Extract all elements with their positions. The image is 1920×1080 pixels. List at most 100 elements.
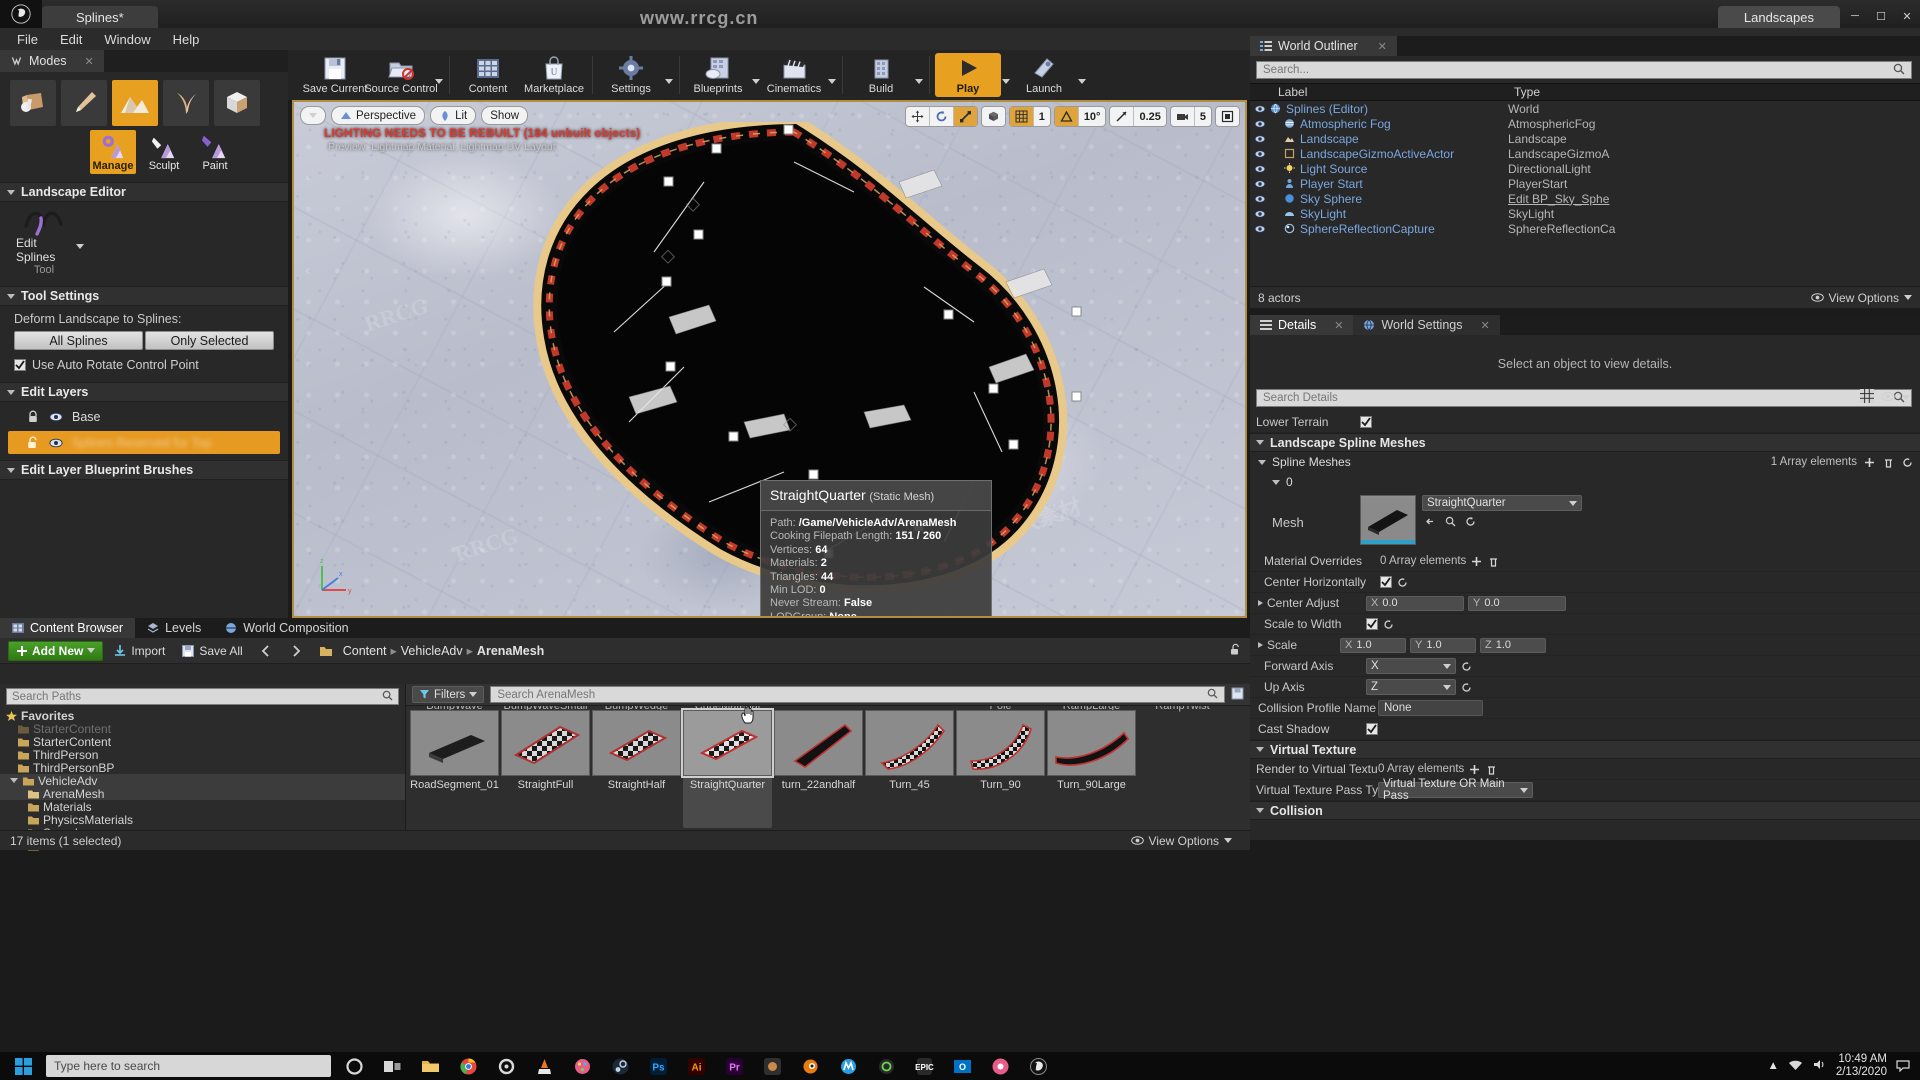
grid-snap-toggle[interactable]: [1009, 107, 1034, 126]
grid-snap-value[interactable]: 1: [1034, 107, 1050, 126]
nav-forward-button[interactable]: [283, 641, 309, 661]
toolbar-save-current[interactable]: Save Current: [302, 50, 368, 100]
maximize-button[interactable]: ☐: [1868, 5, 1894, 27]
up-axis-dropdown[interactable]: Z: [1366, 679, 1456, 695]
details-search-input[interactable]: Search Details: [1256, 389, 1912, 407]
tree-row-partial[interactable]: StarterContent: [0, 722, 405, 736]
toolbar-play[interactable]: Play: [935, 53, 1001, 97]
outliner-row[interactable]: Player Start PlayerStart: [1250, 176, 1920, 191]
landscape-editor-section[interactable]: Landscape Editor: [0, 182, 288, 202]
blender-icon[interactable]: [791, 1052, 829, 1080]
expand-triangle-icon[interactable]: [1258, 642, 1263, 648]
auto-rotate-checkbox[interactable]: [14, 359, 26, 371]
layer-row-splines[interactable]: Splines Reserved for Top: [8, 431, 280, 454]
property-center-horizontally[interactable]: Center Horizontally: [1250, 572, 1920, 593]
reset-scale-to-width-icon[interactable]: [1382, 618, 1395, 631]
menu-file[interactable]: File: [6, 30, 49, 49]
nav-back-button[interactable]: [253, 641, 279, 661]
taskbar-clock[interactable]: 10:49 AM 2/13/2020: [1836, 1053, 1887, 1079]
grid-view-icon[interactable]: [1860, 389, 1874, 406]
asset-tile[interactable]: turn_22andhalf: [774, 710, 863, 828]
angle-snap-toggle[interactable]: [1054, 107, 1079, 126]
tab-modes[interactable]: Modes ✕: [0, 50, 104, 72]
visibility-eye-icon[interactable]: [1250, 224, 1270, 234]
rotate-gizmo-button[interactable]: [930, 107, 954, 126]
viewport-camera-type-button[interactable]: Perspective: [331, 106, 426, 125]
start-button[interactable]: [0, 1052, 46, 1080]
scale-x-field[interactable]: X 1.0: [1340, 637, 1406, 653]
content-browser-view-options[interactable]: View Options: [1130, 834, 1240, 848]
visibility-eye-icon[interactable]: [1250, 179, 1270, 189]
outliner-col-label[interactable]: Label: [1250, 85, 1508, 99]
outliner-row[interactable]: Splines (Editor) World: [1250, 101, 1920, 116]
outliner-row[interactable]: SphereReflectionCapture SphereReflection…: [1250, 221, 1920, 236]
search-icon[interactable]: [1207, 688, 1218, 702]
scale-y-field[interactable]: Y 1.0: [1410, 637, 1476, 653]
visibility-eye-icon[interactable]: [1250, 149, 1270, 159]
tab-content-browser[interactable]: Content Browser: [0, 618, 136, 638]
level-viewport[interactable]: RRCG 人人素材 RRCG 人人素材 RRCG: [292, 100, 1247, 618]
toolbar-build[interactable]: Build: [848, 50, 914, 100]
property-virtual-texture-pass-type[interactable]: Virtual Texture Pass Ty Virtual Texture …: [1250, 778, 1920, 802]
breadcrumb-arenamesh[interactable]: ArenaMesh: [477, 644, 544, 658]
viewport-options-button[interactable]: [300, 106, 326, 125]
toolbar-cinematics[interactable]: Cinematics: [761, 50, 827, 100]
outliner-search-input[interactable]: Search...: [1256, 61, 1912, 79]
content-lock-button[interactable]: [1229, 643, 1242, 659]
all-splines-button[interactable]: All Splines: [14, 331, 143, 350]
outliner-row[interactable]: SkyLight SkyLight: [1250, 206, 1920, 221]
tab-details-close-icon[interactable]: ✕: [1334, 319, 1343, 332]
delete-material-overrides-icon[interactable]: [1487, 555, 1500, 568]
tab-world-outliner[interactable]: World Outliner ✕: [1250, 36, 1397, 56]
filters-button[interactable]: Filters: [412, 686, 485, 703]
import-button[interactable]: Import: [107, 641, 171, 661]
taskbar-search-input[interactable]: Type here to search: [46, 1055, 331, 1077]
asset-tile[interactable]: RoadSegment_01: [410, 710, 499, 828]
search-icon[interactable]: [1893, 63, 1905, 78]
edit-splines-tool[interactable]: Edit Splines Tool: [16, 206, 72, 276]
mode-button-geometry[interactable]: [214, 80, 260, 126]
viewport-show-button[interactable]: Show: [481, 106, 529, 125]
cinematics-caret[interactable]: [827, 50, 837, 100]
toolbar-marketplace[interactable]: U Marketplace: [521, 50, 587, 100]
menu-edit[interactable]: Edit: [49, 30, 93, 49]
property-collision-profile-name[interactable]: Collision Profile Name None: [1250, 698, 1920, 719]
outliner-row[interactable]: Atmospheric Fog AtmosphericFog: [1250, 116, 1920, 131]
add-array-element-icon[interactable]: [1863, 456, 1876, 469]
tree-row-thirdperson[interactable]: ThirdPerson: [0, 748, 405, 762]
outliner-view-options[interactable]: View Options: [1810, 291, 1912, 305]
notifications-icon[interactable]: [1896, 1058, 1910, 1075]
asset-tile[interactable]: StraightHalf: [592, 710, 681, 828]
quixel-icon[interactable]: [867, 1052, 905, 1080]
outliner-row[interactable]: Light Source DirectionalLight: [1250, 161, 1920, 176]
asset-search-input[interactable]: Search ArenaMesh: [490, 686, 1225, 703]
toolbar-blueprints[interactable]: Blueprints: [685, 50, 751, 100]
add-vt-element-icon[interactable]: [1468, 763, 1481, 776]
scale-snap-value[interactable]: 0.25: [1134, 107, 1165, 126]
project-tab[interactable]: Splines*: [42, 6, 158, 28]
maximize-viewport-button[interactable]: [1216, 107, 1239, 126]
substance-icon[interactable]: [753, 1052, 791, 1080]
world-space-button[interactable]: [982, 107, 1005, 126]
search-icon[interactable]: [382, 690, 393, 704]
favorites-row[interactable]: Favorites: [0, 709, 405, 723]
outliner-row[interactable]: Sky Sphere Edit BP_Sky_Sphe: [1250, 191, 1920, 206]
toolbar-launch[interactable]: Launch: [1011, 50, 1077, 100]
spline-mesh-element-0[interactable]: 0: [1250, 472, 1920, 492]
chrome-icon[interactable]: [449, 1052, 487, 1080]
property-lower-terrain[interactable]: Lower Terrain: [1250, 412, 1920, 433]
tree-row-vehicleadv[interactable]: VehicleAdv: [0, 774, 405, 788]
task-view-icon[interactable]: [373, 1052, 411, 1080]
property-scale-to-width[interactable]: Scale to Width: [1250, 614, 1920, 635]
play-caret[interactable]: [1001, 50, 1011, 100]
camera-speed-value[interactable]: 5: [1195, 107, 1211, 126]
menu-help[interactable]: Help: [162, 30, 211, 49]
scale-snap-toggle[interactable]: [1110, 107, 1135, 126]
submode-manage[interactable]: Manage: [90, 130, 136, 174]
tray-volume-icon[interactable]: [1812, 1058, 1827, 1074]
cast-shadow-checkbox[interactable]: [1366, 723, 1378, 735]
layer-row-base[interactable]: Base: [8, 405, 280, 428]
toolbar-settings[interactable]: Settings: [598, 50, 664, 100]
only-selected-button[interactable]: Only Selected: [145, 331, 274, 350]
asset-tile[interactable]: Turn_45: [865, 710, 954, 828]
